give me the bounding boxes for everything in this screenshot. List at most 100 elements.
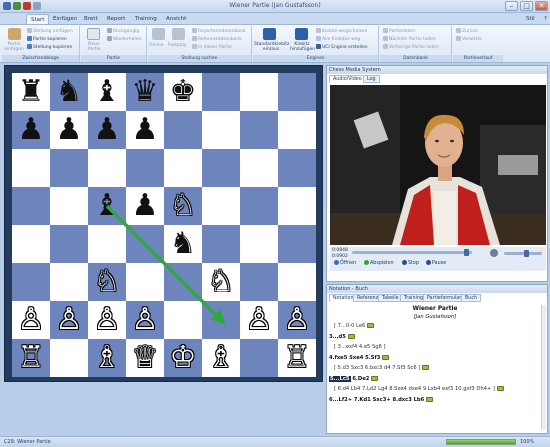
square-e6[interactable] [164,149,202,187]
square-d1[interactable]: ♕ [126,339,164,377]
square-a3[interactable] [12,263,50,301]
volume-slider[interactable] [504,250,542,257]
play-button[interactable]: Abspielen [364,260,393,266]
white-knight-icon[interactable]: ♘ [94,267,121,297]
square-b6[interactable] [50,149,88,187]
tab-log[interactable]: Log [363,75,380,83]
square-b5[interactable] [50,187,88,225]
tab-training[interactable]: Training [131,14,161,24]
white-pawn-icon[interactable]: ♙ [56,305,83,335]
back-button[interactable]: Zurück [456,28,478,34]
copy-position-button[interactable]: Stellung kopieren [27,44,72,50]
seek-track[interactable] [352,249,472,256]
white-queen-icon[interactable]: ♕ [132,343,159,373]
media-marker-icon[interactable] [496,386,504,391]
square-c6[interactable] [88,149,126,187]
help-button[interactable]: ? [540,14,550,24]
white-pawn-icon[interactable]: ♙ [94,305,121,335]
repertoire-db-button[interactable]: Repertoiredatenbank [192,28,246,34]
white-bishop-icon[interactable]: ♗ [94,343,121,373]
square-a6[interactable] [12,149,50,187]
black-queen-icon[interactable]: ♛ [132,77,159,107]
square-c4[interactable] [88,225,126,263]
tab-start[interactable]: Start [26,14,50,24]
square-e7[interactable] [164,111,202,149]
white-pawn-icon[interactable]: ♙ [132,305,159,335]
square-h2[interactable]: ♙ [278,301,316,339]
square-b1[interactable] [50,339,88,377]
white-knight-icon[interactable]: ♘ [170,191,197,221]
square-e3[interactable] [164,263,202,301]
next-game-button[interactable]: Nächste Partie laden [383,36,436,42]
tab-brett[interactable]: Brett [80,14,102,24]
square-f4[interactable] [202,225,240,263]
black-bishop-icon[interactable]: ♝ [94,77,121,107]
online-button[interactable]: Online [149,43,164,48]
square-f6[interactable] [202,149,240,187]
tab-report[interactable]: Report [103,14,129,24]
square-d3[interactable] [126,263,164,301]
square-c2[interactable]: ♙ [88,301,126,339]
seek-thumb[interactable] [464,249,469,256]
new-game-button[interactable]: Neue Partie [83,42,105,52]
paste-game-button[interactable]: Partie einfügen [4,42,24,52]
black-rook-icon[interactable]: ♜ [18,77,45,107]
square-c1[interactable]: ♗ [88,339,126,377]
white-pawn-icon[interactable]: ♙ [18,305,45,335]
white-king-icon[interactable]: ♔ [170,343,197,373]
black-pawn-icon[interactable]: ♟ [94,115,121,145]
square-d6[interactable] [126,149,164,187]
stop-button[interactable]: Stop [402,260,419,266]
square-f5[interactable] [202,187,240,225]
square-a4[interactable] [12,225,50,263]
chess-board[interactable]: ♜ ♞ ♝ ♛ ♚ ♟ ♟ ♟ ♟ ♝ ♟ ♘ ♞ ♘ ♘ ♙ ♙ ♙ ♙ ♙ ♙ ♖ ♗ ♕ ♔ ♗ ♖ [12,73,316,377]
white-bishop-icon[interactable]: ♗ [208,343,235,373]
tab-ansicht[interactable]: Ansicht [162,14,190,24]
previous-game-button[interactable]: Vorherige Partie laden [383,44,439,50]
square-a1[interactable]: ♖ [12,339,50,377]
volume-thumb[interactable] [524,250,529,257]
square-c7[interactable]: ♟ [88,111,126,149]
black-bishop-icon[interactable]: ♝ [94,191,121,221]
square-c8[interactable]: ♝ [88,73,126,111]
notation-line[interactable]: 4.fxe5 Sxe4 5.Sf3 [329,353,541,364]
square-d4[interactable] [126,225,164,263]
create-uci-engine-button[interactable]: UCI Engine erstellen [316,44,368,50]
square-a5[interactable] [12,187,50,225]
square-a8[interactable]: ♜ [12,73,50,111]
in-this-game-button[interactable]: In dieser Partie [192,44,232,50]
paste-position-button[interactable]: Stellung einfügen [27,28,73,34]
tab-einfuegen[interactable]: Einfügen [49,14,81,24]
white-rook-icon[interactable]: ♖ [284,343,311,373]
square-g2[interactable]: ♙ [240,301,278,339]
square-e4[interactable]: ♞ [164,225,202,263]
minimize-button[interactable]: – [505,1,518,11]
black-knight-icon[interactable]: ♞ [56,77,83,107]
square-g8[interactable] [240,73,278,111]
square-e8[interactable]: ♚ [164,73,202,111]
square-c3[interactable]: ♘ [88,263,126,301]
current-move[interactable]: 5...Lc5 [329,375,351,382]
square-h4[interactable] [278,225,316,263]
square-b3[interactable] [50,263,88,301]
media-marker-icon[interactable] [426,396,434,402]
square-a2[interactable]: ♙ [12,301,50,339]
tab-audio-video[interactable]: Audio/Video [329,75,366,83]
square-f1[interactable]: ♗ [202,339,240,377]
square-h6[interactable] [278,149,316,187]
black-pawn-icon[interactable]: ♟ [132,115,159,145]
remove-all-kibitz-button[interactable]: Alle Kiebitze weg [316,36,361,42]
square-f8[interactable] [202,73,240,111]
black-pawn-icon[interactable]: ♟ [18,115,45,145]
square-d5[interactable]: ♟ [126,187,164,225]
forward-button[interactable]: Vorwärts [456,36,482,42]
maximize-button[interactable]: □ [520,1,533,11]
undo-button[interactable]: Rückgängig [107,28,139,34]
square-b7[interactable]: ♟ [50,111,88,149]
media-marker-icon[interactable] [347,333,355,339]
tab-partieformular[interactable]: Partieformular [423,294,466,302]
white-rook-icon[interactable]: ♖ [18,343,45,373]
square-d7[interactable]: ♟ [126,111,164,149]
square-a7[interactable]: ♟ [12,111,50,149]
square-e2[interactable] [164,301,202,339]
